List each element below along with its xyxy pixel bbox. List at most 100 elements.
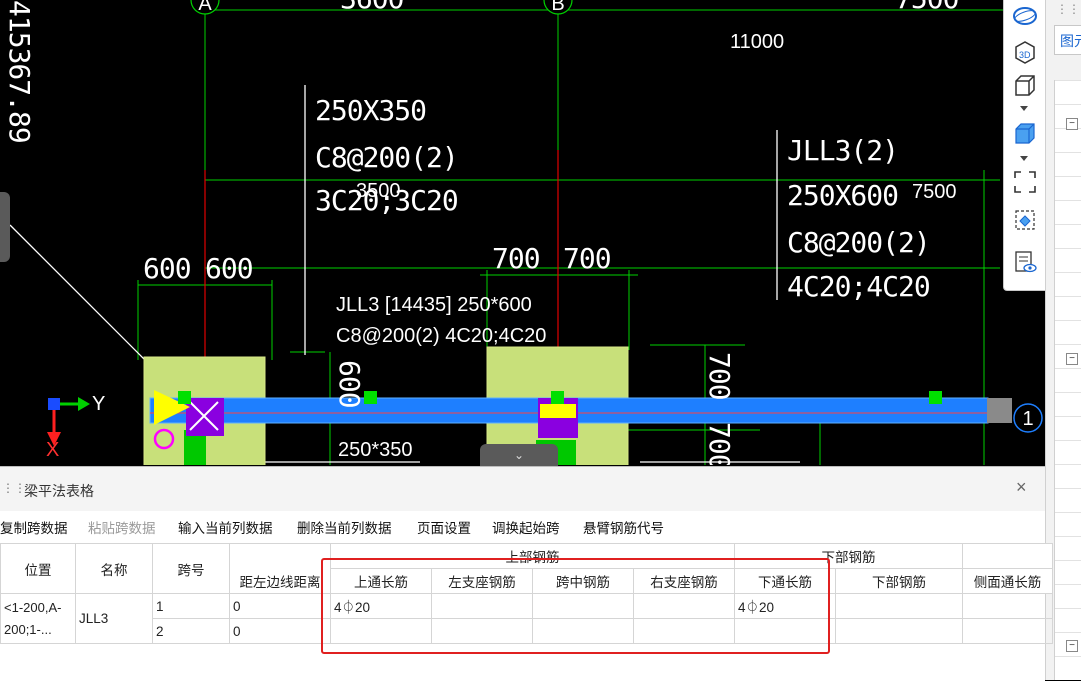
dim-7500-top: 7500 bbox=[895, 0, 959, 15]
header-dist-left[interactable]: 距左边线距离 bbox=[229, 568, 331, 594]
input-column-data-button[interactable]: 输入当前列数据 bbox=[178, 517, 273, 537]
hover-tooltip-line2: C8@200(2) 4C20;4C20 bbox=[336, 325, 546, 347]
cell-dist-left[interactable]: 0 bbox=[229, 618, 331, 644]
display-settings-tool[interactable] bbox=[1011, 248, 1039, 276]
bottom-collapse-tab[interactable]: ⌄ bbox=[480, 444, 558, 466]
right-beam-bars: 4C20;4C20 bbox=[787, 270, 930, 303]
collapse-minus-icon[interactable]: − bbox=[1066, 118, 1078, 130]
cell-mid-span[interactable] bbox=[532, 593, 634, 619]
caret-down-icon[interactable] bbox=[1020, 106, 1028, 111]
dim-700-b: 700 bbox=[563, 242, 611, 275]
section-box-tool[interactable] bbox=[1011, 206, 1039, 234]
header-left-support[interactable]: 左支座钢筋 bbox=[431, 568, 533, 594]
fit-view-tool[interactable] bbox=[1011, 168, 1039, 196]
cell-left-support[interactable] bbox=[431, 618, 533, 644]
right-beam-name: JLL3(2) bbox=[787, 134, 898, 167]
cell-top-through[interactable] bbox=[330, 618, 432, 644]
header-right-support[interactable]: 右支座钢筋 bbox=[633, 568, 735, 594]
cell-side-through[interactable] bbox=[962, 593, 1053, 619]
label-250-350: 250*350 bbox=[338, 439, 413, 461]
right-beam-section: 250X600 bbox=[787, 179, 898, 212]
header-top-through[interactable]: 上通长筋 bbox=[330, 568, 432, 594]
table-row[interactable]: <1-200,A-200;1-... JLL3 1 0 4⏀20 4⏀20 bbox=[0, 593, 1053, 644]
caret-down-icon[interactable] bbox=[1020, 156, 1028, 161]
orbit-tool[interactable] bbox=[1011, 2, 1039, 30]
header-side-through[interactable]: 侧面通长筋 bbox=[962, 568, 1053, 594]
header-bottom-through[interactable]: 下通长筋 bbox=[734, 568, 836, 594]
tab-elements[interactable]: 图元 bbox=[1054, 25, 1081, 55]
cell-bottom-through[interactable] bbox=[734, 618, 836, 644]
copy-span-data-button[interactable]: 复制跨数据 bbox=[0, 517, 68, 537]
delete-column-data-button[interactable]: 删除当前列数据 bbox=[297, 517, 392, 537]
cantilever-code-button[interactable]: 悬臂钢筋代号 bbox=[583, 517, 664, 537]
cell-span[interactable]: 1 bbox=[152, 593, 230, 619]
fit-extent-icon bbox=[1014, 171, 1036, 193]
cell-position[interactable]: <1-200,A-200;1-... bbox=[0, 593, 76, 644]
close-icon[interactable]: × bbox=[1016, 477, 1027, 498]
header-mid-span[interactable]: 跨中钢筋 bbox=[532, 568, 634, 594]
dim-600-a: 600 bbox=[143, 252, 191, 285]
dim-3500: 3500 bbox=[356, 180, 401, 202]
panel-header: ⋮⋮ 梁平法表格 × bbox=[0, 467, 1045, 512]
cell-bottom-through[interactable]: 4⏀20 bbox=[734, 593, 836, 619]
page-setup-button[interactable]: 页面设置 bbox=[417, 517, 471, 537]
header-name[interactable]: 名称 bbox=[75, 543, 153, 594]
header-bottom-bars-group[interactable]: 下部钢筋 bbox=[734, 543, 963, 569]
beam-span-table: 位置 名称 跨号 上部钢筋 下部钢筋 距左边线距离 上通长筋 左支座钢筋 跨中钢… bbox=[0, 543, 1053, 644]
view-toolstrip: 3D bbox=[1003, 0, 1046, 291]
cube-3d-icon: 3D bbox=[1015, 41, 1035, 64]
hover-tooltip-line1: JLL3 [14435] 250*600 bbox=[336, 294, 532, 316]
ucs-y-label: Y bbox=[92, 393, 105, 415]
dim-7500: 7500 bbox=[912, 181, 957, 203]
panel-grip-icon: ⋮⋮ bbox=[1056, 2, 1080, 16]
cell-name[interactable]: JLL3 bbox=[75, 593, 153, 644]
left-collapse-handle[interactable] bbox=[0, 192, 10, 262]
header-position[interactable]: 位置 bbox=[0, 543, 76, 594]
cell-right-support[interactable] bbox=[633, 618, 735, 644]
paste-span-data-button[interactable]: 粘贴跨数据 bbox=[88, 517, 156, 537]
cell-top-through[interactable]: 4⏀20 bbox=[330, 593, 432, 619]
cell-mid-span[interactable] bbox=[532, 618, 634, 644]
swap-start-span-button[interactable]: 调换起始跨 bbox=[492, 517, 560, 537]
collapse-minus-icon[interactable]: − bbox=[1066, 353, 1078, 365]
left-beam-stirrup: C8@200(2) bbox=[315, 141, 458, 174]
panel-grip-icon[interactable]: ⋮⋮ bbox=[2, 481, 26, 495]
ucs-x-label: X bbox=[46, 439, 59, 461]
cell-side-through[interactable] bbox=[962, 618, 1053, 644]
dim-11000: 11000 bbox=[730, 31, 784, 53]
view-shaded-tool[interactable] bbox=[1011, 120, 1039, 148]
view-box-tool[interactable] bbox=[1011, 72, 1039, 100]
cad-viewport[interactable]: A B 1 Y X 11000 415367.89 250X350 C8@200… bbox=[0, 0, 1045, 465]
collapse-minus-icon[interactable]: − bbox=[1066, 640, 1078, 652]
cell-bottom-bars[interactable] bbox=[835, 618, 963, 644]
dim-700-a: 700 bbox=[492, 242, 540, 275]
header-top-bars-group[interactable]: 上部钢筋 bbox=[330, 543, 735, 569]
grip-point[interactable] bbox=[551, 391, 564, 404]
grid-circle-1: 1 bbox=[1022, 408, 1033, 430]
property-grid[interactable] bbox=[1054, 80, 1081, 680]
section-box-icon bbox=[1015, 210, 1035, 230]
left-beam-section: 250X350 bbox=[315, 94, 426, 127]
cell-dist-left[interactable]: 0 bbox=[229, 593, 331, 619]
panel-title: 梁平法表格 bbox=[24, 483, 94, 499]
table-row[interactable]: 2 0 bbox=[1, 618, 1053, 644]
header-span[interactable]: 跨号 bbox=[152, 543, 230, 594]
chevron-down-icon: ⌄ bbox=[513, 448, 525, 462]
cell-span[interactable]: 2 bbox=[152, 618, 230, 644]
dim-700-vertical-b: 700 bbox=[703, 422, 736, 465]
dim-600-b: 600 bbox=[205, 252, 253, 285]
cell-bottom-bars[interactable] bbox=[835, 593, 963, 619]
dim-700-vertical-a: 700 bbox=[703, 352, 736, 400]
dim-3600: 3600 bbox=[340, 0, 404, 15]
grip-point[interactable] bbox=[178, 391, 191, 404]
label-600-vertical: 600 bbox=[333, 360, 366, 408]
cell-right-support[interactable] bbox=[633, 593, 735, 619]
cell-left-support[interactable] bbox=[431, 593, 533, 619]
header-bottom-bars[interactable]: 下部钢筋 bbox=[835, 568, 963, 594]
view-3d-tool[interactable]: 3D bbox=[1011, 38, 1039, 66]
box-view-icon bbox=[1015, 75, 1035, 96]
orbit-icon bbox=[1013, 7, 1037, 25]
axis-label-a: A bbox=[198, 0, 212, 15]
left-coordinate: 415367.89 bbox=[3, 0, 36, 143]
grip-point[interactable] bbox=[929, 391, 942, 404]
